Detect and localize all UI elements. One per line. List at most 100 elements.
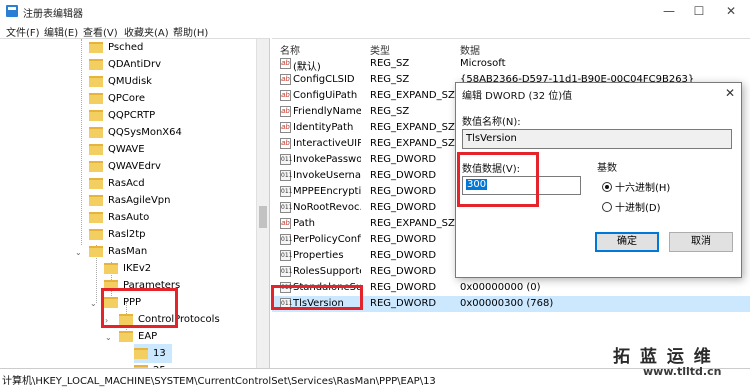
column-name-header[interactable]: 名称 — [280, 42, 300, 57]
string-value-icon: ab — [280, 106, 291, 117]
string-value-icon: ab — [280, 122, 291, 133]
value-type: REG_EXPAND_SZ — [370, 122, 455, 133]
menu-view[interactable]: 查看(V) — [83, 24, 118, 39]
value-name: ConfigUiPath — [293, 90, 358, 101]
value-name: InteractiveUIP... — [293, 138, 361, 149]
folder-icon — [89, 59, 103, 70]
radio-decimal[interactable]: 十进制(D) — [602, 199, 661, 214]
tree-connector — [81, 39, 82, 245]
value-name: FriendlyName — [293, 106, 361, 117]
folder-icon — [104, 263, 118, 274]
value-type: REG_SZ — [370, 58, 410, 69]
value-data: 0x00000300 (768) — [460, 298, 554, 309]
folder-icon — [89, 76, 103, 87]
binary-value-icon: 011 — [280, 154, 293, 165]
watermark-title: 拓 蓝 运 维 — [613, 347, 713, 367]
folder-icon — [89, 212, 103, 223]
binary-value-icon: 011 — [280, 266, 293, 277]
binary-value-icon: 011 — [280, 170, 293, 181]
value-name: PerPolicyConfig — [293, 234, 361, 245]
value-type: REG_DWORD — [370, 298, 437, 309]
value-name-field: TlsVersion — [462, 129, 732, 149]
highlight-box-tlsversion — [271, 285, 363, 310]
radio-hex[interactable]: 十六进制(H) — [602, 179, 670, 194]
regedit-icon — [6, 5, 18, 17]
value-type: REG_EXPAND_SZ — [370, 218, 455, 229]
value-type: REG_EXPAND_SZ — [370, 138, 455, 149]
value-data: 0x00000000 (0) — [460, 282, 541, 293]
string-value-icon: ab — [280, 138, 291, 149]
cancel-button[interactable]: 取消 — [669, 232, 733, 252]
value-type: REG_DWORD — [370, 186, 437, 197]
value-type: REG_DWORD — [370, 234, 437, 245]
value-name: MPPEEncrypti... — [293, 186, 361, 197]
value-name: IdentityPath — [293, 122, 354, 133]
value-type: REG_DWORD — [370, 154, 437, 165]
string-value-icon: ab — [280, 74, 291, 85]
menu-favorites[interactable]: 收藏夹(A) — [124, 24, 169, 39]
column-type-header[interactable]: 类型 — [370, 42, 390, 57]
base-radio-group: 十六进制(H) 十进制(D) — [596, 167, 732, 217]
folder-icon — [89, 229, 103, 240]
value-type: REG_DWORD — [370, 266, 437, 277]
window-title: 注册表编辑器 — [23, 9, 83, 20]
string-value-icon: ab — [280, 90, 291, 101]
value-name-label: 数值名称(N): — [462, 117, 521, 128]
highlight-box-eap — [101, 288, 178, 328]
tree-node-25[interactable]: 25 — [134, 361, 166, 368]
folder-icon — [89, 178, 103, 189]
value-type: REG_DWORD — [370, 250, 437, 261]
menu-edit[interactable]: 编辑(E) — [44, 24, 78, 39]
collapse-chevron-icon[interactable]: ⌄ — [75, 248, 82, 257]
radio-button-selected[interactable] — [602, 181, 612, 192]
ok-button[interactable]: 确定 — [595, 232, 659, 252]
value-name: (默认) — [293, 62, 321, 73]
string-value-icon: ab — [280, 218, 291, 229]
minimize-button[interactable]: — — [654, 1, 684, 21]
tree-vertical-scrollbar[interactable] — [256, 39, 269, 368]
folder-icon — [89, 127, 103, 138]
maximize-button[interactable]: ☐ — [684, 1, 714, 21]
value-type: REG_DWORD — [370, 202, 437, 213]
highlight-box-value-data — [457, 152, 539, 207]
dialog-title: 编辑 DWORD (32 位)值 — [462, 91, 573, 102]
watermark-url: www.tlltd.cn — [643, 365, 722, 378]
folder-icon — [119, 331, 133, 342]
menu-help[interactable]: 帮助(H) — [173, 24, 208, 39]
binary-value-icon: 011 — [280, 186, 293, 197]
value-data: Microsoft — [460, 58, 506, 69]
value-name: RolesSupported — [293, 266, 361, 277]
value-name: InvokeUserna... — [293, 170, 361, 181]
value-name: ConfigCLSID — [293, 74, 355, 85]
collapse-chevron-icon[interactable]: ⌄ — [105, 333, 112, 342]
column-data-header[interactable]: 数据 — [460, 42, 480, 57]
folder-icon — [89, 195, 103, 206]
value-name: InvokePasswo... — [293, 154, 361, 165]
value-name: Path — [293, 218, 315, 229]
menu-file[interactable]: 文件(F) — [6, 24, 40, 39]
folder-icon — [89, 246, 103, 257]
value-type: REG_SZ — [370, 106, 410, 117]
folder-icon — [89, 93, 103, 104]
folder-icon — [89, 161, 103, 172]
value-type: REG_EXPAND_SZ — [370, 90, 455, 101]
value-name: NoRootRevoc... — [293, 202, 361, 213]
string-value-icon: ab — [280, 58, 291, 69]
tree-scroll-thumb[interactable] — [259, 206, 267, 228]
folder-icon — [89, 144, 103, 155]
value-row[interactable]: ab (默认) REG_SZ Microsoft — [272, 56, 750, 73]
binary-value-icon: 011 — [280, 202, 293, 213]
title-bar: 注册表编辑器 — ☐ ✕ — [0, 0, 750, 22]
value-type: REG_DWORD — [370, 170, 437, 181]
value-type: REG_DWORD — [370, 282, 437, 293]
dialog-close-button[interactable]: ✕ — [721, 84, 739, 102]
registry-editor-window: 注册表编辑器 — ☐ ✕ 文件(F) 编辑(E) 查看(V) 收藏夹(A) 帮助… — [0, 0, 750, 387]
value-name: Properties — [293, 250, 344, 261]
value-type: REG_SZ — [370, 74, 410, 85]
folder-icon — [89, 42, 103, 53]
collapse-chevron-icon[interactable]: ⌄ — [90, 299, 97, 308]
folder-icon — [134, 348, 148, 359]
radio-button[interactable] — [602, 201, 612, 212]
close-button[interactable]: ✕ — [716, 1, 746, 21]
folder-icon — [89, 110, 103, 121]
